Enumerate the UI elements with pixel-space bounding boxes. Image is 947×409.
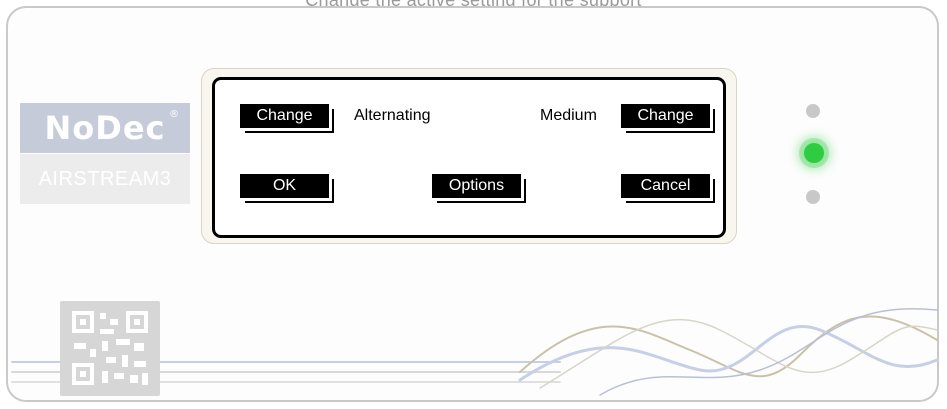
brand-logo: NoDec ® bbox=[20, 103, 190, 153]
level-value: Medium bbox=[540, 107, 597, 124]
lcd-screen: Change Alternating Medium Change OK Opti… bbox=[212, 77, 726, 238]
brand-block: NoDec ® AIRSTREAM3 bbox=[20, 103, 190, 204]
brand-logo-text: NoDec bbox=[44, 109, 166, 147]
qr-code-icon bbox=[60, 301, 160, 396]
change-level-button[interactable]: Change bbox=[621, 104, 710, 128]
cancel-button[interactable]: Cancel bbox=[621, 174, 710, 198]
mode-value: Alternating bbox=[354, 107, 431, 124]
ok-button[interactable]: OK bbox=[240, 174, 329, 198]
registered-mark: ® bbox=[169, 109, 180, 120]
status-led-top bbox=[806, 104, 820, 118]
change-mode-button[interactable]: Change bbox=[240, 104, 329, 128]
status-led-bottom bbox=[806, 190, 820, 204]
brand-model: AIRSTREAM3 bbox=[20, 154, 190, 204]
options-button[interactable]: Options bbox=[432, 174, 521, 198]
status-led-active bbox=[804, 143, 824, 163]
